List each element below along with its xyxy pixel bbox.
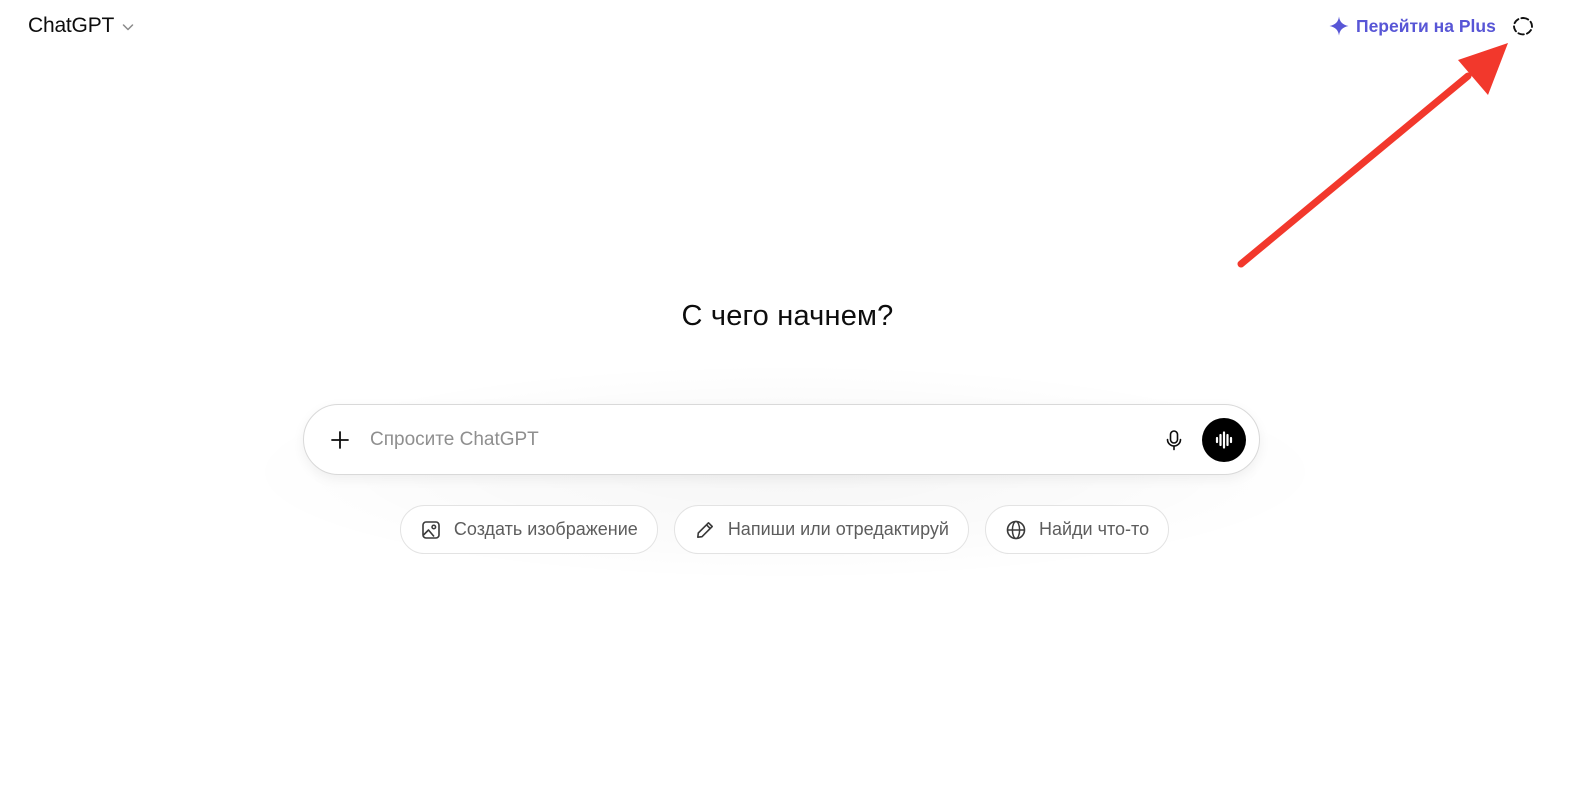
globe-icon <box>1005 519 1027 541</box>
annotation-arrow <box>1237 43 1508 268</box>
suggestion-write-edit[interactable]: Напиши или отредактируй <box>673 505 969 554</box>
suggestion-label: Напиши или отредактируй <box>727 519 949 539</box>
pencil-icon <box>694 519 716 541</box>
image-icon <box>420 519 442 541</box>
suggestion-label: Найди что-то <box>1038 519 1150 539</box>
dictate-button[interactable] <box>1156 422 1192 458</box>
voice-mode-button[interactable] <box>1202 418 1246 462</box>
page-heading: С чего начнем? <box>681 300 894 332</box>
waveform-icon <box>1213 429 1235 451</box>
chatgpt-page: ChatGPT Перейти на Plus С чего начнем? С… <box>0 0 1575 804</box>
suggestion-create-image[interactable]: Создать изображение <box>399 505 658 554</box>
suggestion-chips: Создать изображение Напиши или отредакти… <box>0 505 1575 554</box>
upgrade-plus-button[interactable]: Перейти на Plus <box>1318 10 1506 42</box>
prompt-input[interactable] <box>370 419 1140 461</box>
suggestion-search[interactable]: Найди что-то <box>984 505 1170 554</box>
attach-button[interactable] <box>322 422 358 458</box>
microphone-icon <box>1163 429 1185 451</box>
plus-icon <box>329 429 351 451</box>
suggestion-label: Создать изображение <box>453 519 638 539</box>
temporary-chat-button[interactable] <box>1506 10 1540 44</box>
model-switcher-button[interactable]: ChatGPT <box>18 8 146 44</box>
sparkle-icon <box>1328 15 1350 37</box>
model-name: ChatGPT <box>28 14 115 37</box>
upgrade-label: Перейти на Plus <box>1356 15 1496 36</box>
composer <box>303 404 1260 475</box>
dashed-circle-icon <box>1511 15 1535 39</box>
chevron-down-icon <box>120 19 136 35</box>
